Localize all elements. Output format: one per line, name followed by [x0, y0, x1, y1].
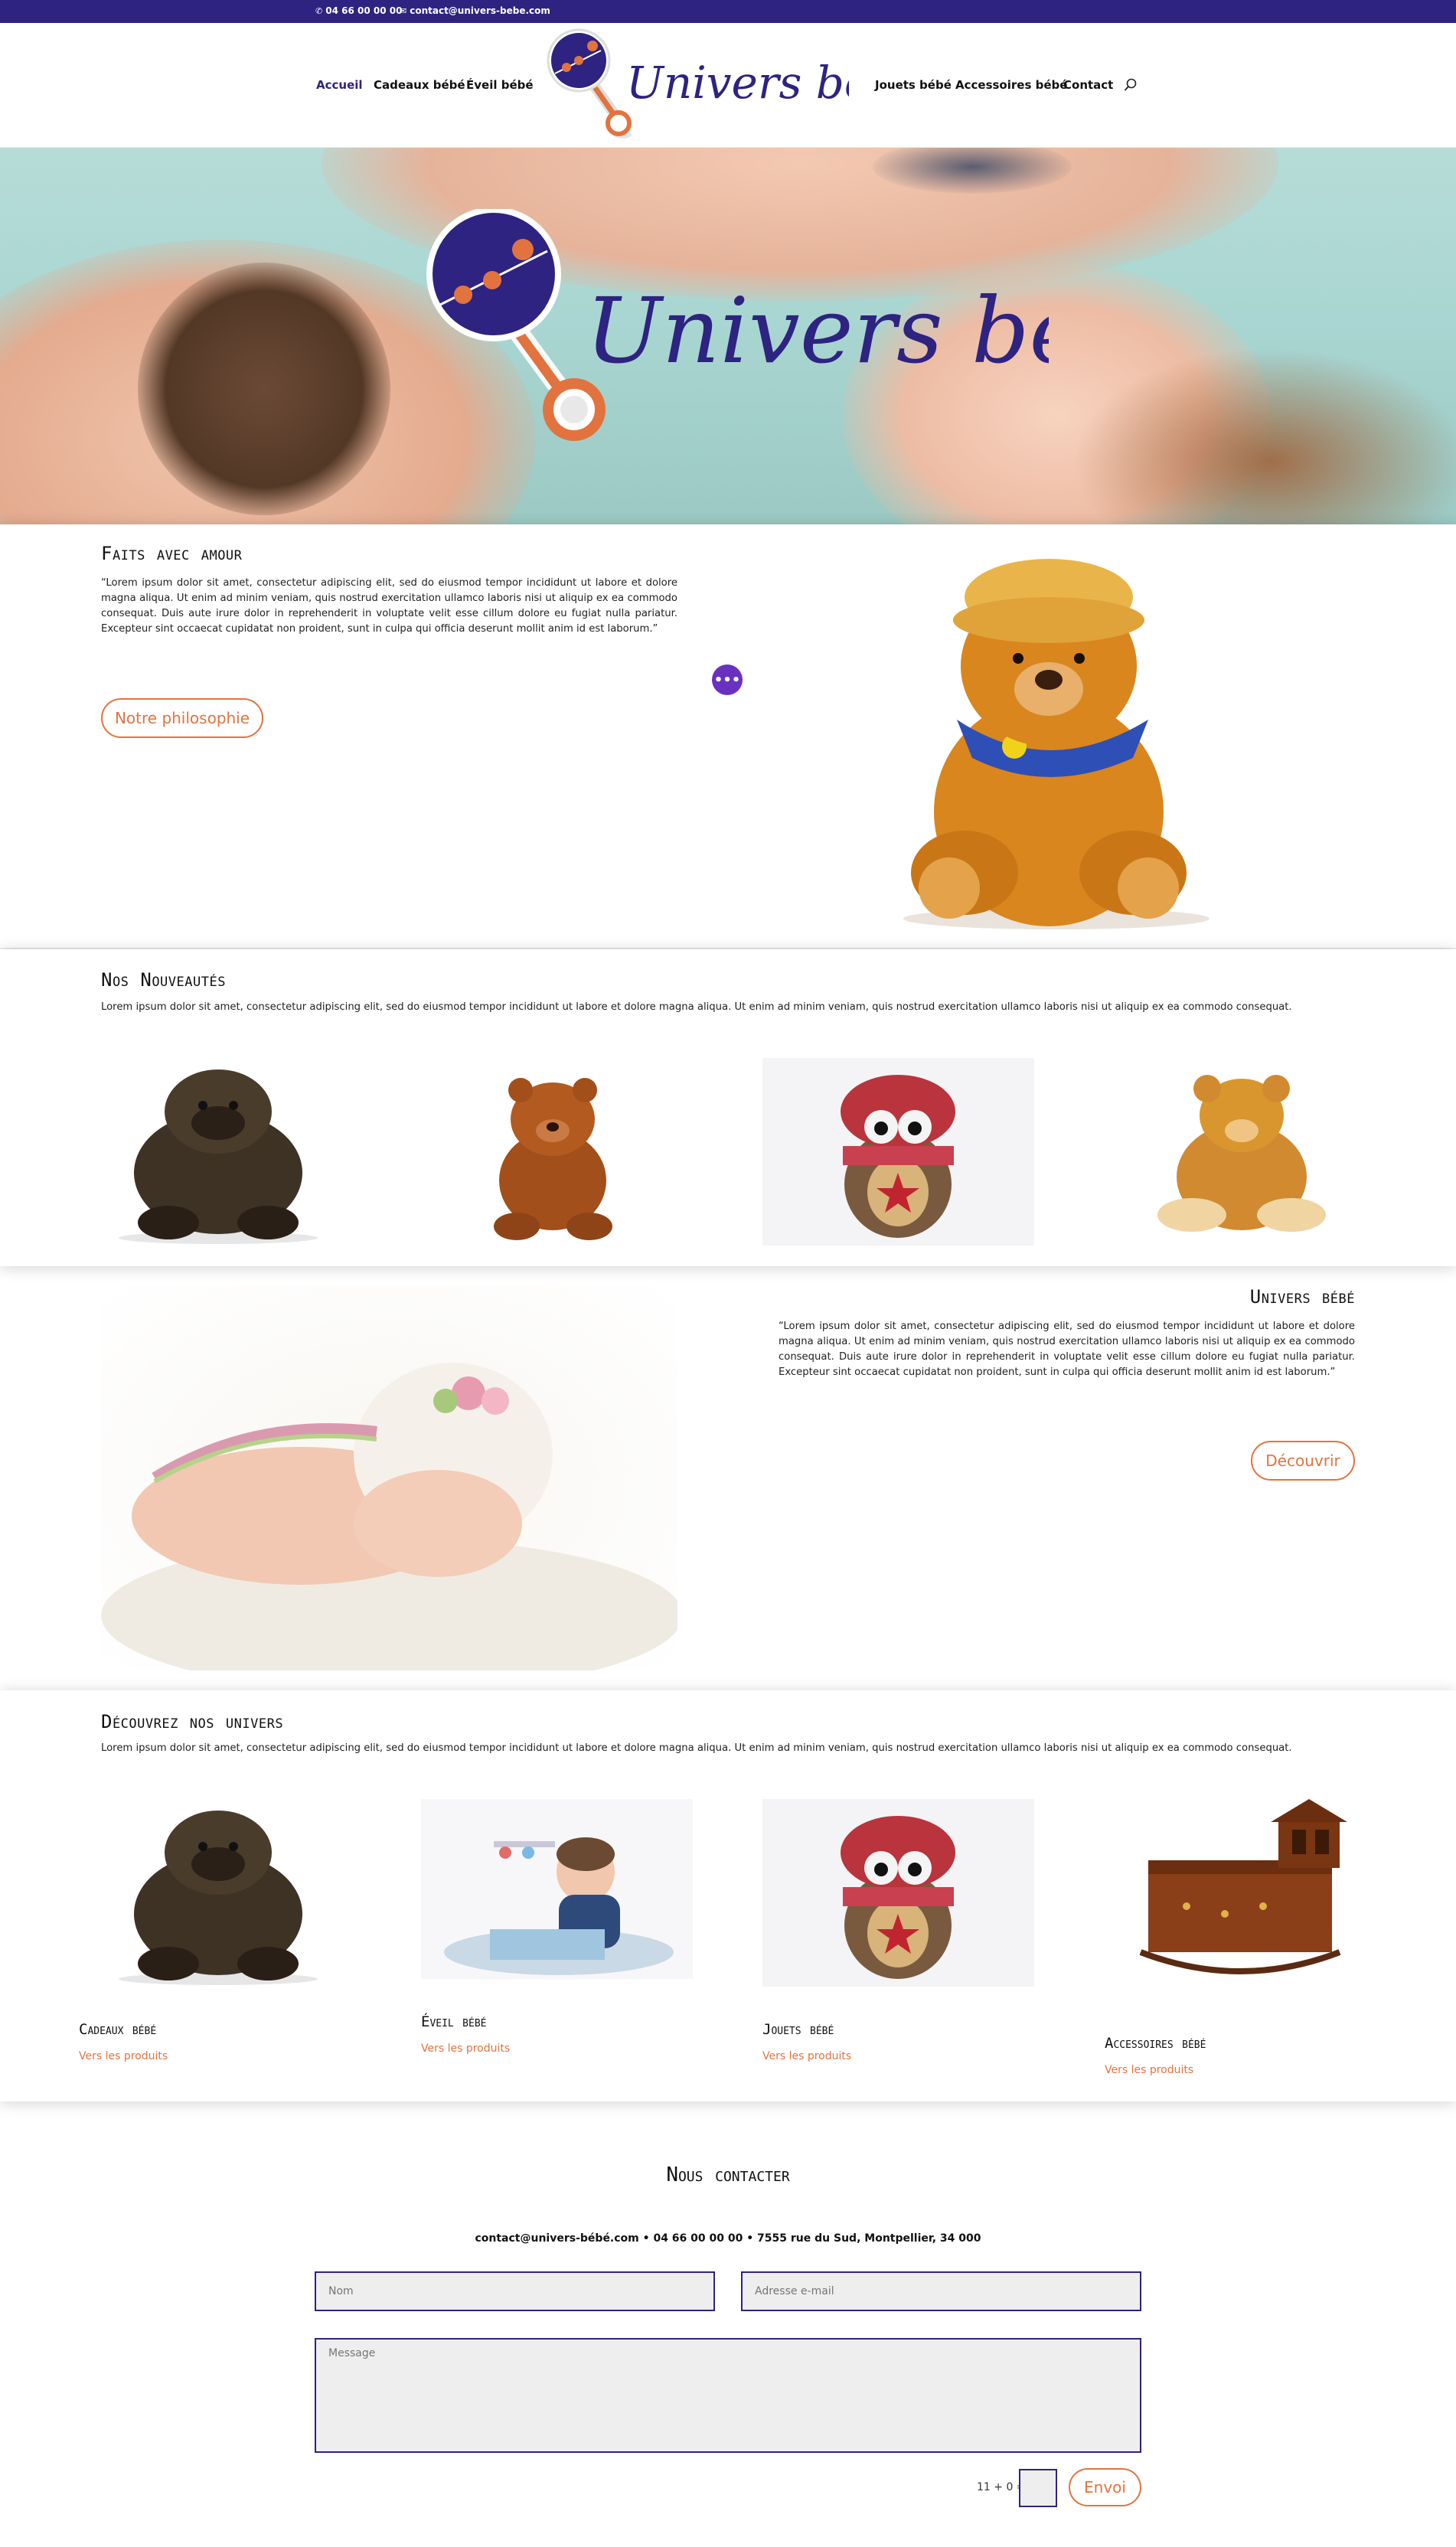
- category-cadeaux-title[interactable]: Cadeaux bébé: [79, 2021, 156, 2038]
- name-field[interactable]: [315, 2271, 715, 2311]
- nav-accueil[interactable]: Accueil: [316, 78, 363, 92]
- top-bar: ✆ 04 66 00 00 00 ✉ contact@univers-bebe.…: [0, 0, 1456, 23]
- brand-logo-text: Univers bébé: [626, 57, 849, 109]
- decouvrir-button[interactable]: Découvrir: [1251, 1441, 1355, 1481]
- search-icon[interactable]: [1124, 78, 1138, 92]
- hero-banner: Univers bébé: [0, 148, 1456, 524]
- section3-title: Univers bébé: [1249, 1286, 1355, 1308]
- nav-jouets-bebe[interactable]: Jouets bébé: [875, 78, 952, 92]
- category-accessoires-link[interactable]: Vers les produits: [1105, 2064, 1193, 2076]
- category-eveil-link[interactable]: Vers les produits: [421, 2042, 510, 2055]
- category-accessoires-title[interactable]: Accessoires bébé: [1105, 2035, 1206, 2052]
- category-jouets-link[interactable]: Vers les produits: [762, 2050, 851, 2062]
- section4-title: Découvrez nos univers: [101, 1711, 284, 1732]
- category-cadeaux-image[interactable]: [103, 1799, 337, 1987]
- nav-eveil-bebe[interactable]: Éveil bébé: [466, 78, 534, 92]
- section1-title: Faits avec amour: [101, 543, 243, 564]
- submit-button[interactable]: Envoi: [1069, 2468, 1141, 2506]
- contact-info-line: contact@univers-bébé.com • 04 66 00 00 0…: [475, 2232, 981, 2245]
- hero-logo-text: Univers bébé: [586, 278, 1049, 384]
- section2-title: Nos Nouveautés: [101, 969, 226, 991]
- brand-logo[interactable]: Univers bébé: [546, 28, 849, 144]
- baby-hair-shape: [138, 263, 390, 515]
- section3-text: “Lorem ipsum dolor sit amet, consectetur…: [779, 1321, 1355, 1378]
- nav-contact[interactable]: Contact: [1063, 78, 1113, 92]
- nav-accessoires-bebe[interactable]: Accessoires bébé: [955, 78, 1067, 92]
- topbar-phone[interactable]: ✆ 04 66 00 00 00: [315, 5, 402, 16]
- message-field[interactable]: [315, 2338, 1141, 2453]
- section2-text: Lorem ipsum dolor sit amet, consectetur …: [101, 1001, 1292, 1013]
- email-field[interactable]: [741, 2271, 1141, 2311]
- captcha-label: 11 + 0 =: [977, 2481, 1026, 2493]
- sleeping-baby-image: [101, 1286, 677, 1670]
- notre-philosophie-button[interactable]: Notre philosophie: [101, 698, 263, 738]
- section1-text: “Lorem ipsum dolor sit amet, consectetur…: [101, 577, 677, 635]
- product-brown-bear-image[interactable]: [444, 1058, 662, 1246]
- category-accessoires-image[interactable]: [1118, 1799, 1363, 1990]
- category-jouets-title[interactable]: Jouets bébé: [762, 2021, 834, 2038]
- product-gorilla-image[interactable]: [103, 1058, 337, 1246]
- more-options-button[interactable]: •••: [712, 665, 743, 695]
- category-jouets-image[interactable]: [762, 1799, 1034, 1987]
- product-teddy-bear-image[interactable]: [1100, 1058, 1376, 1246]
- phone-icon: ✆: [315, 5, 323, 16]
- mail-icon: ✉: [400, 5, 407, 16]
- category-eveil-image[interactable]: [421, 1799, 693, 1979]
- topbar-email[interactable]: ✉ contact@univers-bebe.com: [400, 5, 550, 16]
- nav-cadeaux-bebe[interactable]: Cadeaux bébé: [374, 78, 465, 92]
- hero-logo: Univers bébé: [426, 209, 1049, 441]
- category-eveil-title[interactable]: Éveil bébé: [421, 2013, 487, 2030]
- captcha-input[interactable]: [1019, 2469, 1057, 2507]
- section4-text: Lorem ipsum dolor sit amet, consectetur …: [101, 1742, 1292, 1754]
- category-cadeaux-link[interactable]: Vers les produits: [79, 2050, 168, 2062]
- teddy-bear-hat-image: [827, 536, 1355, 934]
- product-owl-image[interactable]: [762, 1058, 1034, 1246]
- contact-title: Nous contacter: [666, 2163, 790, 2186]
